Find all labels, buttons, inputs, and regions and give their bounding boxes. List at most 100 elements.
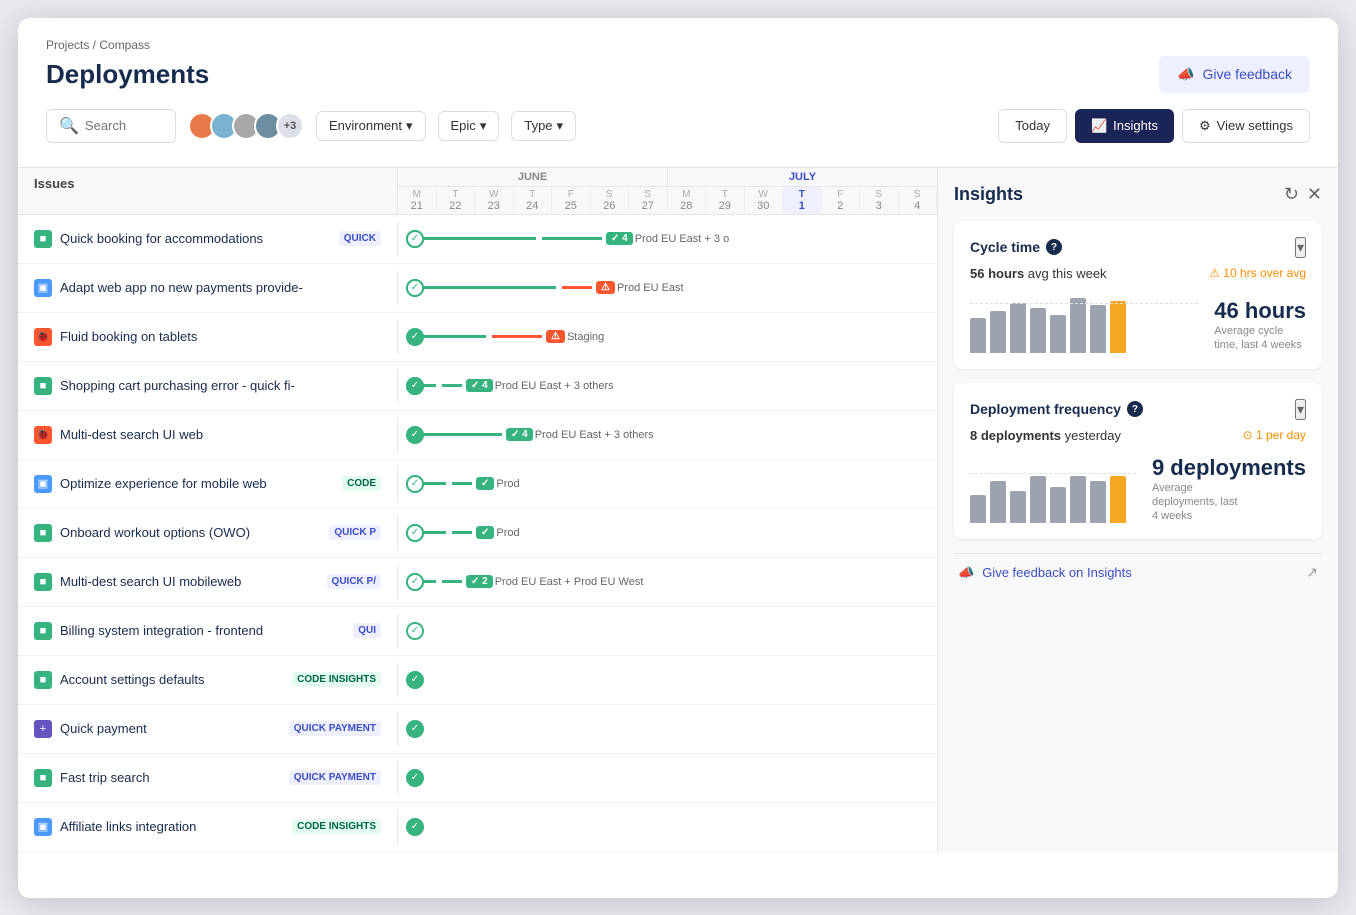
bar-cell: ‹ ✓ ✓ ✓ ✓ 4 Prod EU East + 3 others [398,362,937,410]
chart-bar [1050,315,1066,353]
close-insights-button[interactable]: ✕ [1307,184,1322,205]
issue-cell: ■ Onboard workout options (OWO) QUICK P [18,516,398,550]
check-circle: ✓ [406,279,424,297]
bar-segment [492,335,542,338]
purple-icon: + [34,720,52,738]
refresh-button[interactable]: ↻ [1284,184,1299,205]
card-expand-button[interactable]: ▾ [1295,237,1306,258]
error-tag: ⚠ [546,330,565,343]
gantt-section: Issues JUNE JULY M21 T22 W23 T24 F25 S26… [18,168,938,852]
issue-name: Fluid booking on tablets [60,329,381,344]
insights-button[interactable]: 📈 Insights [1075,109,1174,143]
give-feedback-button[interactable]: 📣 Give feedback [1159,56,1310,93]
day-cell: T24 [514,187,553,214]
bar-cell: ‹ ✓ [398,803,937,851]
bar-cell: ‹ ✓ ✓ ✓ 2 Prod EU East + Prod EU West [398,558,937,606]
insights-header-actions: ↻ ✕ [1284,184,1322,205]
help-icon[interactable]: ? [1127,401,1143,417]
chart-bar-accent [1110,476,1126,523]
story-icon: ■ [34,671,52,689]
table-row: ■ Fast trip search QUICK PAYMENT ‹ ✓ [18,754,937,803]
insights-feedback-link[interactable]: 📣 Give feedback on Insights [958,565,1132,581]
check-circle: ✓ [406,769,424,787]
deploy-tag: ✓ 4 [506,428,533,441]
search-box[interactable]: 🔍 [46,109,176,143]
avg-hours: 56 hours [970,266,1024,281]
insights-panel: Insights ↻ ✕ Cycle time ? ▾ 56 hou [938,168,1338,852]
chart-label: 9 deployments Average deployments, last … [1152,455,1306,524]
issue-name: Account settings defaults [60,672,280,687]
table-row: ■ Quick booking for accommodations QUICK… [18,215,937,264]
bar-segment [442,580,462,583]
external-link-icon[interactable]: ↗ [1306,564,1318,581]
table-row: ■ Multi-dest search UI mobileweb QUICK P… [18,558,937,607]
bar-segment [416,237,536,240]
sub-label: Average deployments, last 4 weeks [1152,481,1242,524]
deployment-frequency-card: Deployment frequency ? ▾ 8 deployments y… [954,383,1322,540]
card-title-text: Deployment frequency [970,401,1121,417]
task-icon: ▣ [34,818,52,836]
card-expand-button[interactable]: ▾ [1295,399,1306,420]
view-settings-button[interactable]: ⚙ View settings [1182,109,1310,143]
issue-tag: QUICK PAYMENT [289,721,381,736]
environment-filter[interactable]: Environment ▾ [316,111,426,141]
issue-name: Affiliate links integration [60,819,280,834]
day-cell: S4 [899,187,938,214]
issue-tag: CODE [342,476,381,491]
day-cell: W23 [475,187,514,214]
chart-bar [1070,298,1086,353]
bar-segment [452,482,472,485]
card-meta-left: 56 hours avg this week [970,266,1107,281]
insights-label: Insights [1113,118,1158,133]
megaphone-icon: 📣 [1177,66,1194,83]
give-feedback-label: Give feedback [1203,66,1293,82]
main-area: Issues JUNE JULY M21 T22 W23 T24 F25 S26… [18,167,1338,852]
bar-cell: - ‹ ✓ ✓ 4 Prod EU East + 3 others [398,411,937,459]
chart-bar [1090,305,1106,353]
deploy-tag: ✓ 2 [466,575,493,588]
cycle-time-card: Cycle time ? ▾ 56 hours avg this week ⚠ … [954,221,1322,369]
deploy-tag: ✓ [476,477,494,490]
calendar-header: JUNE JULY M21 T22 W23 T24 F25 S26 S27 M2… [398,168,937,214]
card-title-text: Cycle time [970,239,1040,255]
bar-segment [442,384,462,387]
search-input[interactable] [85,118,165,133]
check-circle: ✓ [406,377,424,395]
bug-icon: 🐞 [34,426,52,444]
july-label: JULY [668,168,937,186]
table-row: ▣ Affiliate links integration CODE INSIG… [18,803,937,852]
issue-cell: ▣ Affiliate links integration CODE INSIG… [18,810,398,844]
task-icon: ▣ [34,475,52,493]
card-meta-warning: ⊙ 1 per day [1243,428,1306,442]
issue-name: Optimize experience for mobile web [60,476,330,491]
task-icon: ▣ [34,279,52,297]
issue-cell: ■ Multi-dest search UI mobileweb QUICK P… [18,565,398,599]
help-icon[interactable]: ? [1046,239,1062,255]
story-icon: ■ [34,573,52,591]
page-title: Deployments [46,59,209,90]
error-tag: ⚠ [596,281,615,294]
issue-name: Multi-dest search UI mobileweb [60,574,315,589]
deploy-text: Prod EU East + 3 o [635,233,729,245]
warning-text: ⚠ 10 hrs over avg [1209,266,1306,280]
issue-name: Onboard workout options (OWO) [60,525,317,540]
avg-suffix: avg this week [1024,266,1106,281]
toolbar-row: 🔍 +3 Environment ▾ Epic ▾ Type ▾ [46,109,1310,155]
type-filter[interactable]: Type ▾ [511,111,576,141]
issues-col-header: Issues [18,168,398,214]
day-cell: M21 [398,187,437,214]
today-button[interactable]: Today [998,109,1067,143]
day-row: M21 T22 W23 T24 F25 S26 S27 M28 T29 W30 … [398,187,937,214]
table-row: + Quick payment QUICK PAYMENT ‹ ✓ [18,705,937,754]
epic-filter[interactable]: Epic ▾ [438,111,500,141]
check-circle: ✓ [406,475,424,493]
bar-segment [452,531,472,534]
warning-text: ⊙ 1 per day [1243,428,1306,442]
day-cell: S26 [591,187,630,214]
day-cell: S27 [629,187,668,214]
bar-segment [416,286,556,289]
card-meta: 56 hours avg this week ⚠ 10 hrs over avg [970,266,1306,281]
environment-label: Environment [329,118,402,133]
issue-cell: 🐞 Multi-dest search UI web [18,418,398,452]
sub-label: Average cycle time, last 4 weeks [1214,324,1304,353]
